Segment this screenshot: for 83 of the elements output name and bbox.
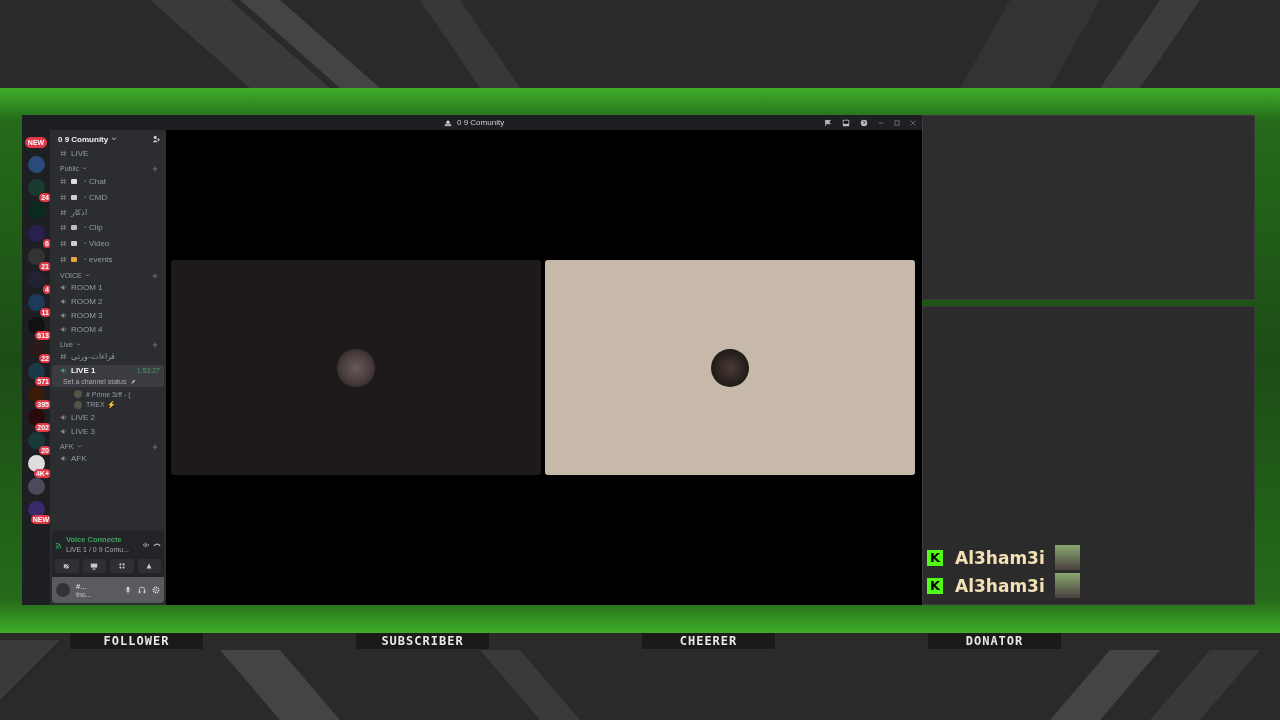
chevron-icon[interactable] — [75, 342, 81, 347]
screen-share-icon — [90, 562, 99, 570]
user-avatar — [337, 348, 375, 387]
channel-item[interactable]: ・CMD — [52, 191, 164, 204]
overlay-label: CHEERER — [642, 633, 775, 649]
plus-icon[interactable] — [152, 341, 158, 348]
add-member-icon[interactable] — [152, 135, 160, 143]
server-name[interactable]: 0 9 Comunity — [58, 134, 109, 144]
channel-name[interactable]: LIVE — [71, 149, 89, 158]
signal-icon — [55, 540, 63, 549]
emoji-icon — [71, 179, 77, 184]
screen-share-button[interactable] — [82, 559, 106, 573]
hash-icon — [60, 194, 67, 201]
microphone-icon[interactable] — [124, 586, 132, 594]
help-icon[interactable] — [860, 118, 868, 127]
speaker-icon — [60, 298, 67, 305]
pencil-icon[interactable] — [130, 378, 137, 385]
chevron-icon[interactable] — [82, 166, 88, 171]
hash-icon — [60, 256, 67, 263]
chevron-icon[interactable] — [84, 273, 90, 278]
plus-icon[interactable] — [152, 165, 158, 172]
channel-item[interactable]: ・Clip — [52, 221, 164, 234]
overlay-label: FOLLOWER — [70, 633, 203, 649]
chat-username: Al3ham3i — [955, 547, 1043, 568]
user-avatar — [711, 348, 749, 387]
camera-off-button[interactable] — [55, 559, 79, 573]
speaker-icon — [60, 455, 67, 462]
platform-badge: K — [927, 549, 943, 566]
server-icon[interactable] — [27, 501, 45, 518]
speaker-icon — [60, 326, 67, 333]
window-title: 0 9 Comunity — [457, 118, 505, 127]
overlay-label: DONATOR — [928, 633, 1061, 649]
hash-icon — [60, 353, 67, 360]
channel-item[interactable]: ROOM 2 — [52, 296, 164, 307]
emoji-icon — [71, 257, 77, 262]
emoji-icon — [71, 195, 77, 200]
server-icon[interactable] — [27, 409, 45, 426]
user-avatar — [1055, 545, 1080, 570]
speaker-icon — [60, 367, 67, 374]
hash-icon — [60, 178, 67, 185]
speaker-icon — [60, 428, 67, 435]
channel-item[interactable]: LIVE 2 — [52, 412, 164, 423]
hash-icon — [60, 150, 67, 157]
plus-icon[interactable] — [152, 443, 158, 450]
server-icon — [444, 118, 452, 127]
emoji-icon — [71, 241, 77, 246]
emoji-icon — [71, 225, 77, 230]
inbox-icon[interactable] — [842, 118, 850, 127]
channel-item[interactable]: قراءات-ورتي — [52, 351, 164, 362]
server-icon[interactable] — [27, 363, 45, 380]
speaker-icon — [60, 414, 67, 421]
maximize-icon[interactable] — [894, 119, 900, 126]
channel-item[interactable]: ・Chat — [52, 175, 164, 188]
plus-icon[interactable] — [152, 272, 158, 279]
hash-icon — [60, 224, 67, 231]
settings-icon[interactable] — [152, 586, 160, 594]
activities-button[interactable] — [110, 559, 134, 573]
hash-icon — [60, 240, 67, 247]
chat-username: Al3ham3i — [955, 575, 1043, 596]
hash-icon — [60, 209, 67, 216]
close-icon[interactable] — [910, 119, 916, 126]
channel-item[interactable]: ・events — [52, 253, 164, 266]
platform-badge: K — [927, 577, 943, 594]
channel-item[interactable]: LIVE 3 — [52, 426, 164, 437]
channel-item[interactable]: اذكار — [52, 207, 164, 218]
channel-item[interactable]: ROOM 4 — [52, 324, 164, 335]
soundboard-button[interactable] — [137, 559, 161, 573]
user-avatar — [1055, 573, 1080, 598]
activities-icon — [117, 562, 126, 570]
channel-item[interactable]: ROOM 1 — [52, 282, 164, 293]
chevron-icon[interactable] — [76, 444, 82, 449]
channel-item[interactable]: AFK — [52, 453, 164, 464]
speaker-icon — [60, 312, 67, 319]
video-tile[interactable] — [171, 260, 541, 475]
channel-item[interactable]: ・Video — [52, 237, 164, 250]
overlay-label: SUBSCRIBER — [356, 633, 489, 649]
channel-item[interactable]: ROOM 3 — [52, 310, 164, 321]
headphones-icon[interactable] — [138, 586, 146, 594]
flag-icon[interactable] — [824, 118, 832, 127]
video-tile[interactable] — [545, 260, 915, 475]
camera-off-icon — [62, 562, 71, 570]
server-icon[interactable] — [27, 455, 45, 472]
speaker-icon — [60, 284, 67, 291]
